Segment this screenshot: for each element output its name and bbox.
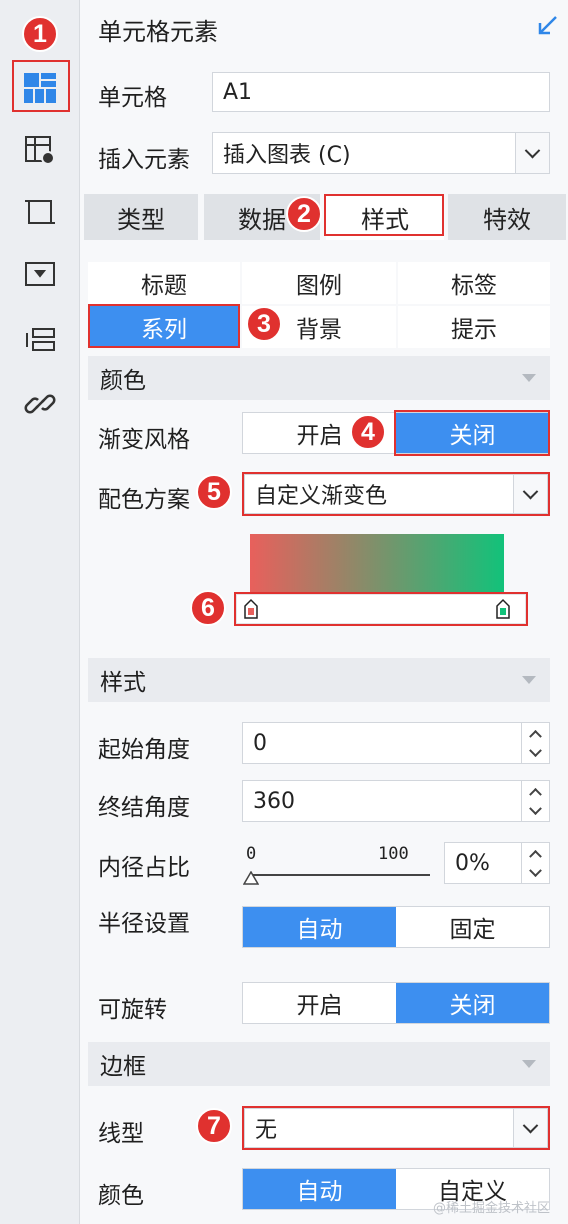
radius-auto-option[interactable]: 自动 <box>243 907 396 947</box>
style-section-title: 样式 <box>100 670 146 696</box>
border-color-auto-option[interactable]: 自动 <box>243 1169 396 1209</box>
subtab-series-label: 系列 <box>141 317 187 343</box>
slider-min-label: 0 <box>246 844 257 864</box>
collapse-triangle-icon <box>522 374 536 382</box>
border-section-title: 边框 <box>100 1054 146 1080</box>
border-color-label: 颜色 <box>98 1183 144 1209</box>
subtab-tooltip[interactable]: 提示 <box>398 306 550 348</box>
gradient-style-label: 渐变风格 <box>98 427 190 453</box>
color-scheme-value: 自定义渐变色 <box>255 484 388 509</box>
tab-type[interactable]: 类型 <box>84 194 198 240</box>
subtab-labels[interactable]: 标签 <box>398 262 550 304</box>
step-badge-5: 5 <box>196 474 232 510</box>
layout-icon[interactable] <box>20 320 60 360</box>
gradient-stop-end[interactable] <box>495 598 511 626</box>
widget-icon[interactable] <box>20 254 60 294</box>
tab-effects-label: 特效 <box>483 205 531 234</box>
step-badge-4: 4 <box>350 414 386 450</box>
collapse-icon[interactable] <box>536 14 560 44</box>
end-angle-value: 360 <box>253 788 295 814</box>
color-section-header[interactable]: 颜色 <box>88 356 550 400</box>
border-section-header[interactable]: 边框 <box>88 1042 550 1086</box>
border-icon[interactable] <box>20 192 60 232</box>
color-scheme-label: 配色方案 <box>98 487 190 513</box>
start-angle-stepper[interactable] <box>521 723 549 763</box>
end-angle-label: 终结角度 <box>98 795 190 821</box>
slider-max-label: 100 <box>378 844 409 864</box>
cell-label: 单元格 <box>98 85 167 111</box>
radius-toggle: 自动 固定 <box>242 906 550 948</box>
cell-element-icon[interactable] <box>20 68 60 108</box>
cell-input[interactable]: A1 <box>212 72 550 112</box>
line-type-select[interactable]: 无 <box>244 1108 548 1148</box>
step-badge-3: 3 <box>246 306 282 342</box>
insert-select[interactable]: 插入图表 (C) <box>212 132 550 174</box>
cell-value: A1 <box>223 79 253 105</box>
start-angle-input[interactable]: 0 <box>242 722 550 764</box>
radius-fixed-option[interactable]: 固定 <box>396 907 549 947</box>
radius-label: 半径设置 <box>98 911 190 937</box>
gradient-style-toggle: 开启 关闭 <box>242 412 550 454</box>
gradient-off-option[interactable]: 关闭 <box>396 413 549 453</box>
tab-style[interactable]: 样式 <box>326 194 444 240</box>
rotatable-on-option[interactable]: 开启 <box>243 983 396 1023</box>
tab-data-label: 数据 <box>238 205 286 234</box>
chevron-down-icon[interactable] <box>513 1109 547 1147</box>
inner-ratio-input[interactable]: 0% <box>444 842 550 884</box>
chevron-down-icon[interactable] <box>515 133 549 173</box>
rotatable-on-label: 开启 <box>296 993 343 1019</box>
gradient-preview <box>250 534 504 592</box>
line-type-label: 线型 <box>98 1121 144 1147</box>
end-angle-stepper[interactable] <box>521 781 549 821</box>
border-color-auto-label: 自动 <box>296 1179 343 1205</box>
link-icon[interactable] <box>20 384 60 424</box>
end-angle-input[interactable]: 360 <box>242 780 550 822</box>
panel-title: 单元格元素 <box>98 18 218 46</box>
radius-auto-label: 自动 <box>296 917 343 943</box>
tab-style-label: 样式 <box>361 205 409 234</box>
rotatable-off-option[interactable]: 关闭 <box>396 983 549 1023</box>
step-badge-6: 6 <box>190 590 226 626</box>
step-badge-7: 7 <box>196 1108 232 1144</box>
start-angle-value: 0 <box>253 730 267 756</box>
tab-effects[interactable]: 特效 <box>448 194 566 240</box>
tab-type-label: 类型 <box>117 205 165 234</box>
step-badge-1: 1 <box>22 16 58 52</box>
step-badge-2: 2 <box>286 196 322 232</box>
radius-fixed-label: 固定 <box>449 917 496 943</box>
left-sidebar <box>0 0 80 1224</box>
subtab-background-label: 背景 <box>296 317 342 343</box>
subtab-tooltip-label: 提示 <box>451 317 497 343</box>
cell-attribute-icon[interactable] <box>20 130 60 170</box>
subtab-series[interactable]: 系列 <box>90 306 238 348</box>
inner-ratio-value: 0% <box>455 850 490 876</box>
collapse-triangle-icon <box>522 676 536 684</box>
inner-ratio-slider-thumb[interactable] <box>242 866 260 891</box>
rotatable-off-label: 关闭 <box>449 993 496 1019</box>
insert-value: 插入图表 (C) <box>223 143 351 168</box>
insert-label: 插入元素 <box>98 147 190 173</box>
line-type-value: 无 <box>255 1118 278 1143</box>
gradient-stop-track <box>236 594 526 624</box>
rotatable-label: 可旋转 <box>98 997 167 1023</box>
inner-ratio-stepper[interactable] <box>521 843 549 883</box>
gradient-on-label: 开启 <box>296 423 343 449</box>
watermark: @稀土掘金技术社区 <box>432 1201 550 1216</box>
subtab-title[interactable]: 标题 <box>88 262 240 304</box>
color-section-title: 颜色 <box>100 368 146 394</box>
chevron-down-icon[interactable] <box>513 475 547 513</box>
rotatable-toggle: 开启 关闭 <box>242 982 550 1024</box>
inner-ratio-label: 内径占比 <box>98 855 190 881</box>
style-section-header[interactable]: 样式 <box>88 658 550 702</box>
gradient-stop-start[interactable] <box>243 598 259 626</box>
subtab-labels-label: 标签 <box>451 273 497 299</box>
collapse-triangle-icon <box>522 1060 536 1068</box>
color-scheme-select[interactable]: 自定义渐变色 <box>244 474 548 514</box>
gradient-off-label: 关闭 <box>449 423 496 449</box>
subtab-legend[interactable]: 图例 <box>242 262 396 304</box>
inner-ratio-slider-track[interactable] <box>250 874 430 876</box>
start-angle-label: 起始角度 <box>98 737 190 763</box>
subtab-legend-label: 图例 <box>296 273 342 299</box>
subtab-title-label: 标题 <box>141 273 187 299</box>
